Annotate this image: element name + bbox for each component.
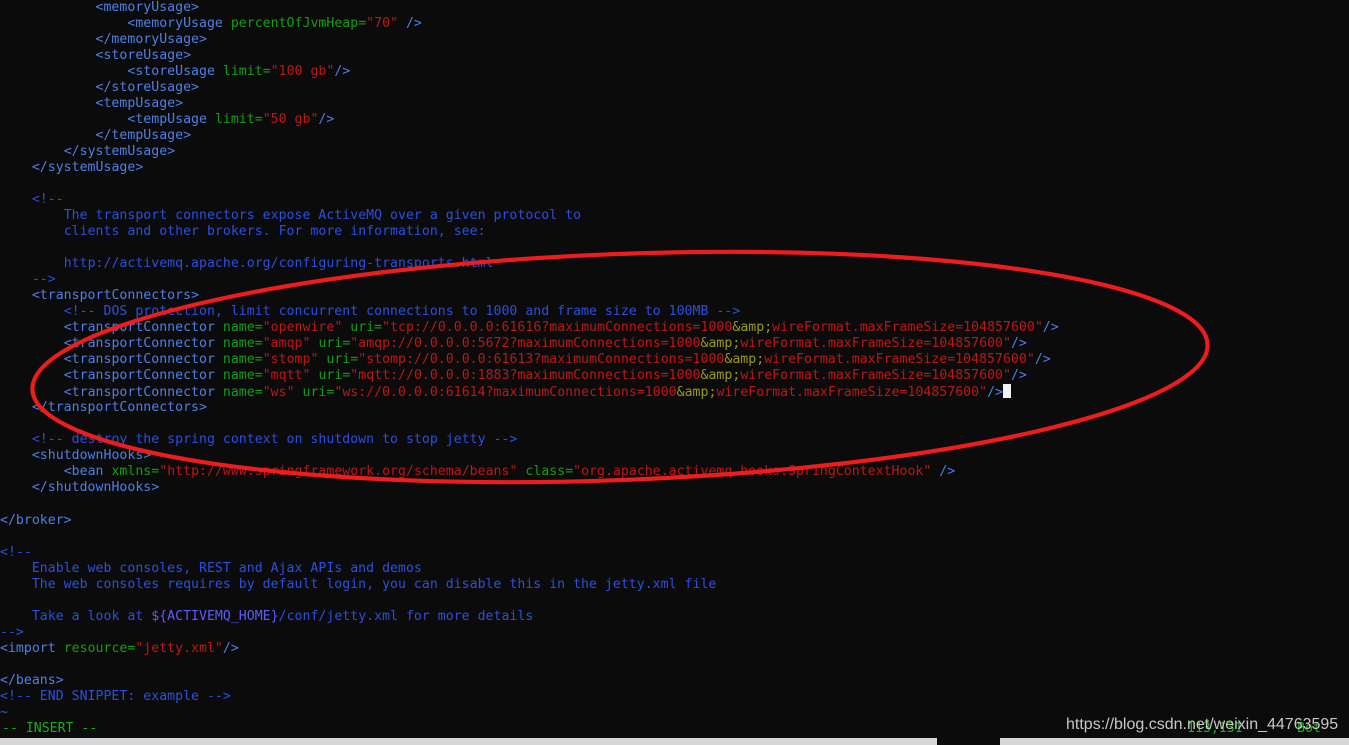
bottom-chrome-left [0, 738, 937, 745]
code-line: </memoryUsage> [95, 32, 207, 48]
code-line: </shutdownHooks> [31, 480, 160, 496]
code-line: </storeUsage> [95, 80, 199, 96]
code-line: --> [31, 272, 56, 288]
code-line: <!-- [0, 544, 32, 560]
csdn-watermark: https://blog.csdn.net/weixin_44763595 [1066, 716, 1339, 733]
text-cursor [1002, 384, 1011, 399]
code-line: Take a look at ${ACTIVEMQ_HOME}/conf/jet… [31, 608, 534, 624]
code-line: <import resource="jetty.xml"/> [0, 640, 239, 656]
code-line: <transportConnector name="mqtt" uri="mqt… [63, 368, 1027, 384]
code-line: <!-- [31, 192, 64, 208]
window-bottom-chrome [0, 738, 1349, 745]
code-line: <tempUsage> [95, 96, 184, 112]
code-line: </systemUsage> [63, 144, 176, 160]
code-line: The transport connectors expose ActiveMQ… [63, 208, 582, 224]
code-line: </beans> [0, 672, 64, 688]
code-line: <tempUsage limit="50 gb"/> [127, 112, 335, 128]
code-line: The web consoles requires by default log… [31, 576, 717, 592]
code-line: <transportConnector name="stomp" uri="st… [63, 352, 1051, 368]
code-line: <transportConnector name="ws" uri="ws://… [0, 384, 1059, 400]
code-line: <transportConnector name="amqp" uri="amq… [63, 336, 1027, 352]
bottom-chrome-right [1000, 738, 1349, 745]
code-line: <memoryUsage> [95, 0, 199, 15]
vim-mode-indicator: -- INSERT -- [2, 721, 98, 736]
code-line: <storeUsage> [95, 48, 192, 64]
code-line: <storeUsage limit="100 gb"/> [127, 64, 351, 80]
code-line: --> [0, 624, 24, 640]
code-line: </transportConnectors> [31, 400, 207, 416]
terminal-window[interactable]: <memoryUsage> <memoryUsage percentOfJvmH… [0, 0, 1349, 738]
code-line: http://activemq.apache.org/configuring-t… [63, 256, 494, 272]
code-line: </systemUsage> [31, 160, 144, 176]
code-line: <!-- destroy the spring context on shutd… [31, 432, 518, 448]
code-line: <bean xmlns="http://www.springframework.… [63, 464, 956, 480]
code-line: <shutdownHooks> [31, 448, 152, 464]
code-line: </tempUsage> [95, 128, 192, 144]
code-line: <!-- END SNIPPET: example --> [0, 688, 231, 704]
code-line: <transportConnectors> [31, 288, 199, 304]
code-line: Enable web consoles, REST and Ajax APIs … [31, 560, 422, 576]
code-line: clients and other brokers. For more info… [63, 224, 486, 240]
code-line: <transportConnector name="openwire" uri=… [63, 320, 1059, 336]
code-line: <!-- DOS protection, limit concurrent co… [63, 304, 741, 320]
code-line: </broker> [0, 512, 72, 528]
vim-buffer-xml[interactable]: <memoryUsage> <memoryUsage percentOfJvmH… [0, 0, 1059, 721]
code-line: <memoryUsage percentOfJvmHeap="70" /> [127, 16, 422, 32]
